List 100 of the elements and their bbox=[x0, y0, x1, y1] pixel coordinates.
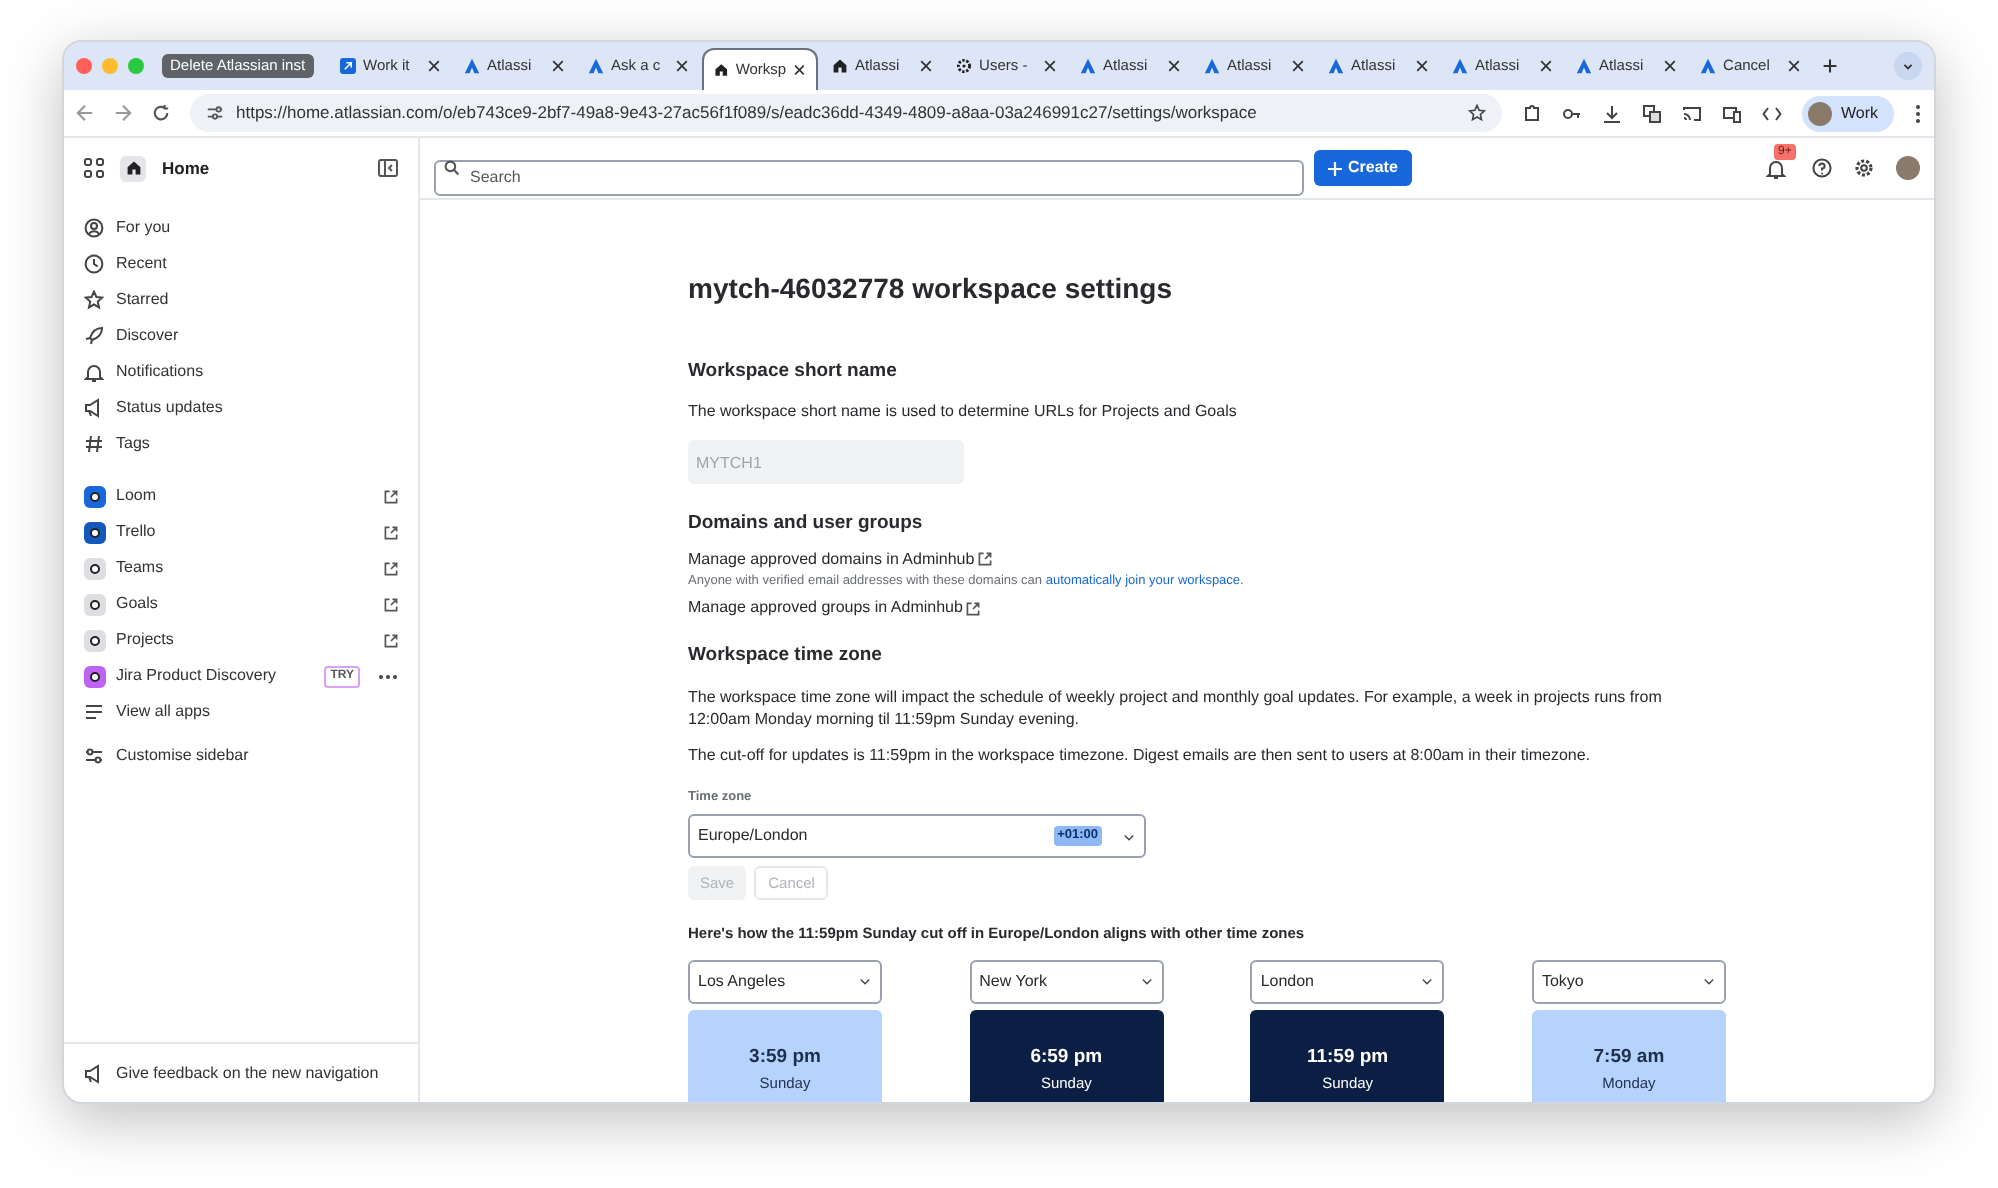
section-heading: Workspace short name bbox=[688, 358, 899, 386]
gear-icon bbox=[955, 58, 972, 74]
more-icon[interactable] bbox=[1914, 103, 1922, 123]
profile-button[interactable]: Work bbox=[1802, 95, 1894, 131]
sidebar-item[interactable]: Projects bbox=[64, 622, 418, 658]
paragraph: The cut-off for updates is 11:59pm in the workspace timezone. Digest emails are then sent to users at 8:00am in their timezone. bbox=[688, 743, 1593, 765]
tab-logo-icon bbox=[587, 58, 604, 74]
list-icon bbox=[84, 702, 104, 722]
sidebar-item[interactable]: Loom bbox=[64, 478, 418, 514]
close-icon[interactable] bbox=[919, 60, 932, 72]
star-icon bbox=[84, 290, 104, 310]
sidebar-item[interactable]: Recent bbox=[64, 246, 418, 282]
section-description: The workspace short name is used to determine URLs for Projects and Goals bbox=[688, 400, 1239, 425]
address-bar[interactable]: https://home.atlassian.com/o/eb743ce9-2bf7-49a8-9e43-27ac56f1f089/s/eadc36dd-4349-4809-a8aa-03a246991c27/settings/workspace bbox=[190, 94, 1503, 132]
city-select[interactable]: London bbox=[1250, 959, 1445, 1003]
translate-icon[interactable] bbox=[1642, 103, 1663, 123]
plus-icon bbox=[1328, 161, 1342, 175]
sidebar-item[interactable]: Notifications bbox=[64, 354, 418, 390]
feedback-link[interactable]: Give feedback on the new navigation bbox=[116, 1061, 379, 1085]
time-text: 7:59 am bbox=[1593, 1043, 1665, 1071]
sidebar-item[interactable]: Starred bbox=[64, 282, 418, 318]
tab-logo-icon bbox=[1699, 58, 1716, 74]
close-icon[interactable] bbox=[1167, 60, 1180, 72]
groups-link[interactable]: Manage approved groups in Adminhub bbox=[688, 596, 1674, 621]
hash-icon bbox=[84, 434, 104, 454]
page-title: mytch-46032778 workspace settings bbox=[688, 270, 1175, 308]
home-icon bbox=[713, 62, 728, 78]
close-icon[interactable] bbox=[794, 64, 806, 76]
search-field[interactable]: Search bbox=[434, 159, 1304, 195]
back-icon[interactable] bbox=[76, 104, 94, 122]
url-text: https://home.atlassian.com/o/eb743ce9-2bf7-49a8-9e43-27ac56f1f089/s/eadc36dd-4349-4809-a8aa-03a246991c27/settings/workspace bbox=[236, 100, 1259, 126]
collapse-sidebar-icon[interactable] bbox=[378, 158, 398, 178]
cast-icon[interactable] bbox=[1682, 103, 1703, 123]
domains-link[interactable]: Manage approved domains in Adminhub bbox=[688, 547, 1674, 571]
tab-logo-icon bbox=[1451, 58, 1468, 74]
sidebar-item[interactable]: Tags bbox=[64, 426, 418, 462]
section-heading: Domains and user groups bbox=[688, 510, 925, 539]
tab-logo-icon bbox=[1079, 58, 1096, 74]
megaphone-icon bbox=[84, 1063, 104, 1083]
close-icon[interactable] bbox=[675, 60, 688, 72]
new-tab-icon[interactable] bbox=[1821, 58, 1838, 74]
forward-icon[interactable] bbox=[114, 104, 132, 122]
sidebar-item[interactable]: Trello bbox=[64, 514, 418, 550]
paragraph: The workspace time zone will impact the schedule of weekly project and monthly goal updates. For example, a week in projects runs from 12:00am Monday morning til 11:59pm Sunday evening. bbox=[688, 685, 1664, 729]
time-text: 6:59 pm bbox=[1030, 1043, 1103, 1071]
help-icon[interactable] bbox=[1812, 158, 1832, 178]
devices-icon[interactable] bbox=[1722, 103, 1743, 123]
site-settings-icon[interactable] bbox=[206, 104, 224, 122]
section-heading: Workspace time zone bbox=[688, 642, 884, 671]
sidebar-item[interactable]: Discover bbox=[64, 318, 418, 354]
home-icon bbox=[831, 58, 848, 74]
tab-app-icon bbox=[339, 58, 356, 74]
sidebar-item[interactable]: Customise sidebar bbox=[64, 738, 418, 774]
sidebar-item[interactable]: Status updates bbox=[64, 390, 418, 426]
close-icon[interactable] bbox=[551, 60, 564, 72]
settings-icon[interactable] bbox=[1854, 158, 1874, 178]
download-icon[interactable] bbox=[1602, 103, 1623, 123]
chevron-down-icon bbox=[858, 974, 872, 988]
tab-logo-icon bbox=[1575, 58, 1592, 74]
sidebar-item[interactable]: Teams bbox=[64, 550, 418, 586]
chevron-down-icon bbox=[1420, 974, 1435, 988]
time-text: 11:59 pm bbox=[1306, 1043, 1389, 1071]
external-link-icon bbox=[966, 601, 981, 616]
avatar-icon bbox=[1808, 101, 1833, 125]
tab-logo-icon bbox=[463, 58, 480, 74]
close-icon[interactable] bbox=[1539, 60, 1552, 72]
reload-icon[interactable] bbox=[152, 104, 170, 122]
home-logo-icon bbox=[120, 155, 146, 181]
megaphone-icon bbox=[84, 398, 104, 418]
close-icon[interactable] bbox=[1043, 60, 1056, 72]
sidebar-item[interactable]: Goals bbox=[64, 586, 418, 622]
bookmark-star-icon[interactable] bbox=[1468, 104, 1487, 122]
code-icon[interactable] bbox=[1762, 103, 1783, 123]
close-icon[interactable] bbox=[1291, 60, 1304, 72]
app-switcher-icon[interactable] bbox=[84, 158, 104, 178]
city-select[interactable]: Los Angeles bbox=[688, 959, 882, 1003]
sliders-icon bbox=[84, 746, 104, 766]
search-icon bbox=[444, 160, 460, 176]
bell-icon bbox=[84, 362, 104, 382]
home-link[interactable]: Home bbox=[162, 155, 362, 181]
sidebar-item[interactable]: For you bbox=[64, 210, 418, 246]
notifications-icon[interactable] bbox=[1766, 158, 1786, 180]
avatar-icon[interactable] bbox=[1896, 156, 1920, 180]
chevron-down-icon bbox=[1122, 829, 1136, 844]
close-icon[interactable] bbox=[1787, 60, 1800, 72]
create-button[interactable]: Create bbox=[1314, 150, 1412, 186]
close-icon[interactable] bbox=[1415, 60, 1428, 72]
city-select[interactable]: Tokyo bbox=[1531, 959, 1726, 1003]
chevron-down-icon bbox=[1902, 60, 1914, 72]
extensions-icon[interactable] bbox=[1522, 103, 1543, 123]
clock-icon bbox=[84, 254, 104, 274]
city-select[interactable]: New York bbox=[969, 959, 1164, 1003]
sidebar-item[interactable]: View all apps bbox=[64, 694, 418, 730]
more-icon[interactable] bbox=[378, 673, 398, 679]
tab-logo-icon bbox=[1327, 58, 1344, 74]
key-icon[interactable] bbox=[1562, 103, 1583, 123]
person-icon bbox=[84, 218, 104, 238]
close-icon[interactable] bbox=[1663, 60, 1676, 72]
external-link-icon bbox=[978, 552, 993, 566]
close-icon[interactable] bbox=[427, 60, 440, 72]
